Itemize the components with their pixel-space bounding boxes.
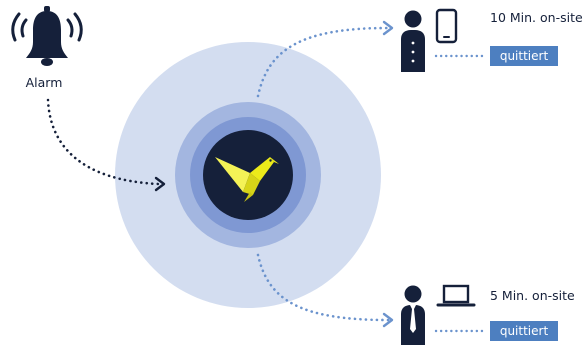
smartphone-icon [435, 8, 458, 44]
recipient-1-status-text: quittiert [500, 49, 549, 63]
recipient-2-status-text: quittiert [500, 324, 549, 338]
bell-icon [11, 6, 83, 66]
person-icon [401, 10, 425, 72]
alarm-label: Alarm [26, 75, 63, 90]
recipient-1-time-label: 10 Min. on-site [490, 10, 583, 25]
recipient-2-arrowhead [382, 312, 394, 328]
alarm-escalation-diagram: Alarm 10 Min. on-site quittiert 5 Min. o… [11, 6, 583, 345]
laptop-icon [436, 284, 476, 307]
recipient-2-time-label: 5 Min. on-site [490, 288, 575, 303]
person-with-tie-icon [401, 285, 425, 345]
